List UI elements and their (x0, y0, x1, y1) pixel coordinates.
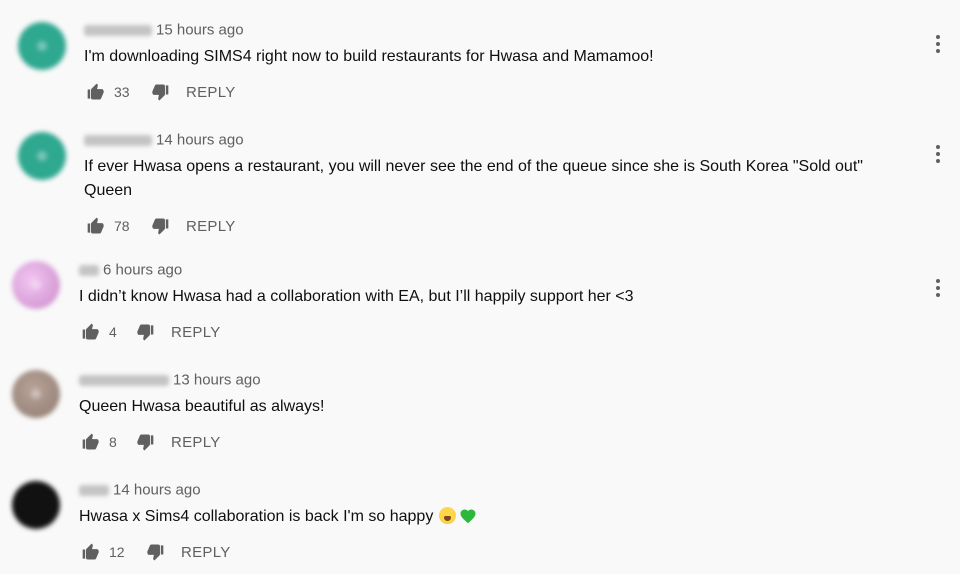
comment-text: If ever Hwasa opens a restaurant, you wi… (84, 158, 863, 199)
comment-time[interactable]: 6 hours ago (103, 262, 182, 279)
reply-button[interactable]: REPLY (171, 434, 221, 451)
like-button[interactable] (84, 80, 108, 104)
author-name-blurred[interactable] (79, 484, 109, 496)
comment-text-body: Hwasa x Sims4 collaboration is back I'm … (79, 508, 434, 525)
comment-header: 6 hours ago (79, 261, 182, 279)
reply-button[interactable]: REPLY (186, 84, 236, 101)
thumbs-down-icon (137, 434, 154, 451)
like-button[interactable] (79, 320, 103, 344)
comment-time[interactable]: 14 hours ago (156, 132, 244, 149)
like-count: 33 (114, 84, 130, 100)
like-button[interactable] (79, 540, 103, 564)
comment-text: Hwasa x Sims4 collaboration is back I'm … (79, 505, 899, 532)
crying-face-emoji-icon (439, 507, 457, 524)
like-button[interactable] (79, 430, 103, 454)
avatar[interactable] (12, 261, 60, 309)
comment-header: 14 hours ago (84, 131, 244, 149)
dot (936, 42, 940, 46)
avatar[interactable] (18, 132, 66, 180)
like-count: 8 (109, 434, 117, 450)
like-count: 78 (114, 218, 130, 234)
dot (936, 159, 940, 163)
reply-button[interactable]: REPLY (171, 324, 221, 341)
dislike-button[interactable] (143, 540, 167, 564)
like-count: 12 (109, 544, 125, 560)
dot (936, 279, 940, 283)
comment-actions: 78 REPLY (84, 214, 236, 238)
dislike-button[interactable] (133, 320, 157, 344)
comment-actions: 4 REPLY (79, 320, 221, 344)
thumbs-down-icon (137, 324, 154, 341)
author-name-blurred[interactable] (84, 134, 152, 146)
thumbs-up-icon (82, 433, 99, 450)
comment-time[interactable]: 13 hours ago (173, 372, 261, 389)
avatar[interactable] (18, 22, 66, 70)
thumbs-up-icon (82, 323, 99, 340)
reply-button[interactable]: REPLY (181, 544, 231, 561)
green-heart-emoji-icon (459, 507, 477, 532)
more-actions-button[interactable] (926, 276, 950, 300)
more-actions-button[interactable] (926, 142, 950, 166)
comment-header: 15 hours ago (84, 21, 244, 39)
comment-actions: 8 REPLY (79, 430, 221, 454)
like-button[interactable] (84, 214, 108, 238)
dislike-button[interactable] (133, 430, 157, 454)
dot (936, 145, 940, 149)
more-actions-button[interactable] (926, 32, 950, 56)
comment-text: I'm downloading SIMS4 right now to build… (84, 48, 654, 65)
author-name-blurred[interactable] (79, 264, 99, 276)
comment-header: 14 hours ago (79, 481, 201, 499)
dot (936, 286, 940, 290)
comment-time[interactable]: 14 hours ago (113, 482, 201, 499)
comment-text: I didn’t know Hwasa had a collaboration … (79, 288, 634, 305)
thumbs-down-icon (152, 84, 169, 101)
avatar[interactable] (12, 370, 60, 418)
thumbs-down-icon (147, 544, 164, 561)
dislike-button[interactable] (148, 80, 172, 104)
comment-actions: 33 REPLY (84, 80, 236, 104)
comment-time[interactable]: 15 hours ago (156, 22, 244, 39)
reply-button[interactable]: REPLY (186, 218, 236, 235)
comment-actions: 12 REPLY (79, 540, 231, 564)
dot (936, 293, 940, 297)
comment-text: Queen Hwasa beautiful as always! (79, 398, 325, 415)
thumbs-up-icon (87, 217, 104, 234)
dislike-button[interactable] (148, 214, 172, 238)
thumbs-down-icon (152, 218, 169, 235)
dot (936, 35, 940, 39)
author-name-blurred[interactable] (84, 24, 152, 36)
dot (936, 152, 940, 156)
avatar[interactable] (12, 481, 60, 529)
comment-header: 13 hours ago (79, 371, 261, 389)
like-count: 4 (109, 324, 117, 340)
thumbs-up-icon (82, 543, 99, 560)
thumbs-up-icon (87, 83, 104, 100)
author-name-blurred[interactable] (79, 374, 169, 386)
dot (936, 49, 940, 53)
